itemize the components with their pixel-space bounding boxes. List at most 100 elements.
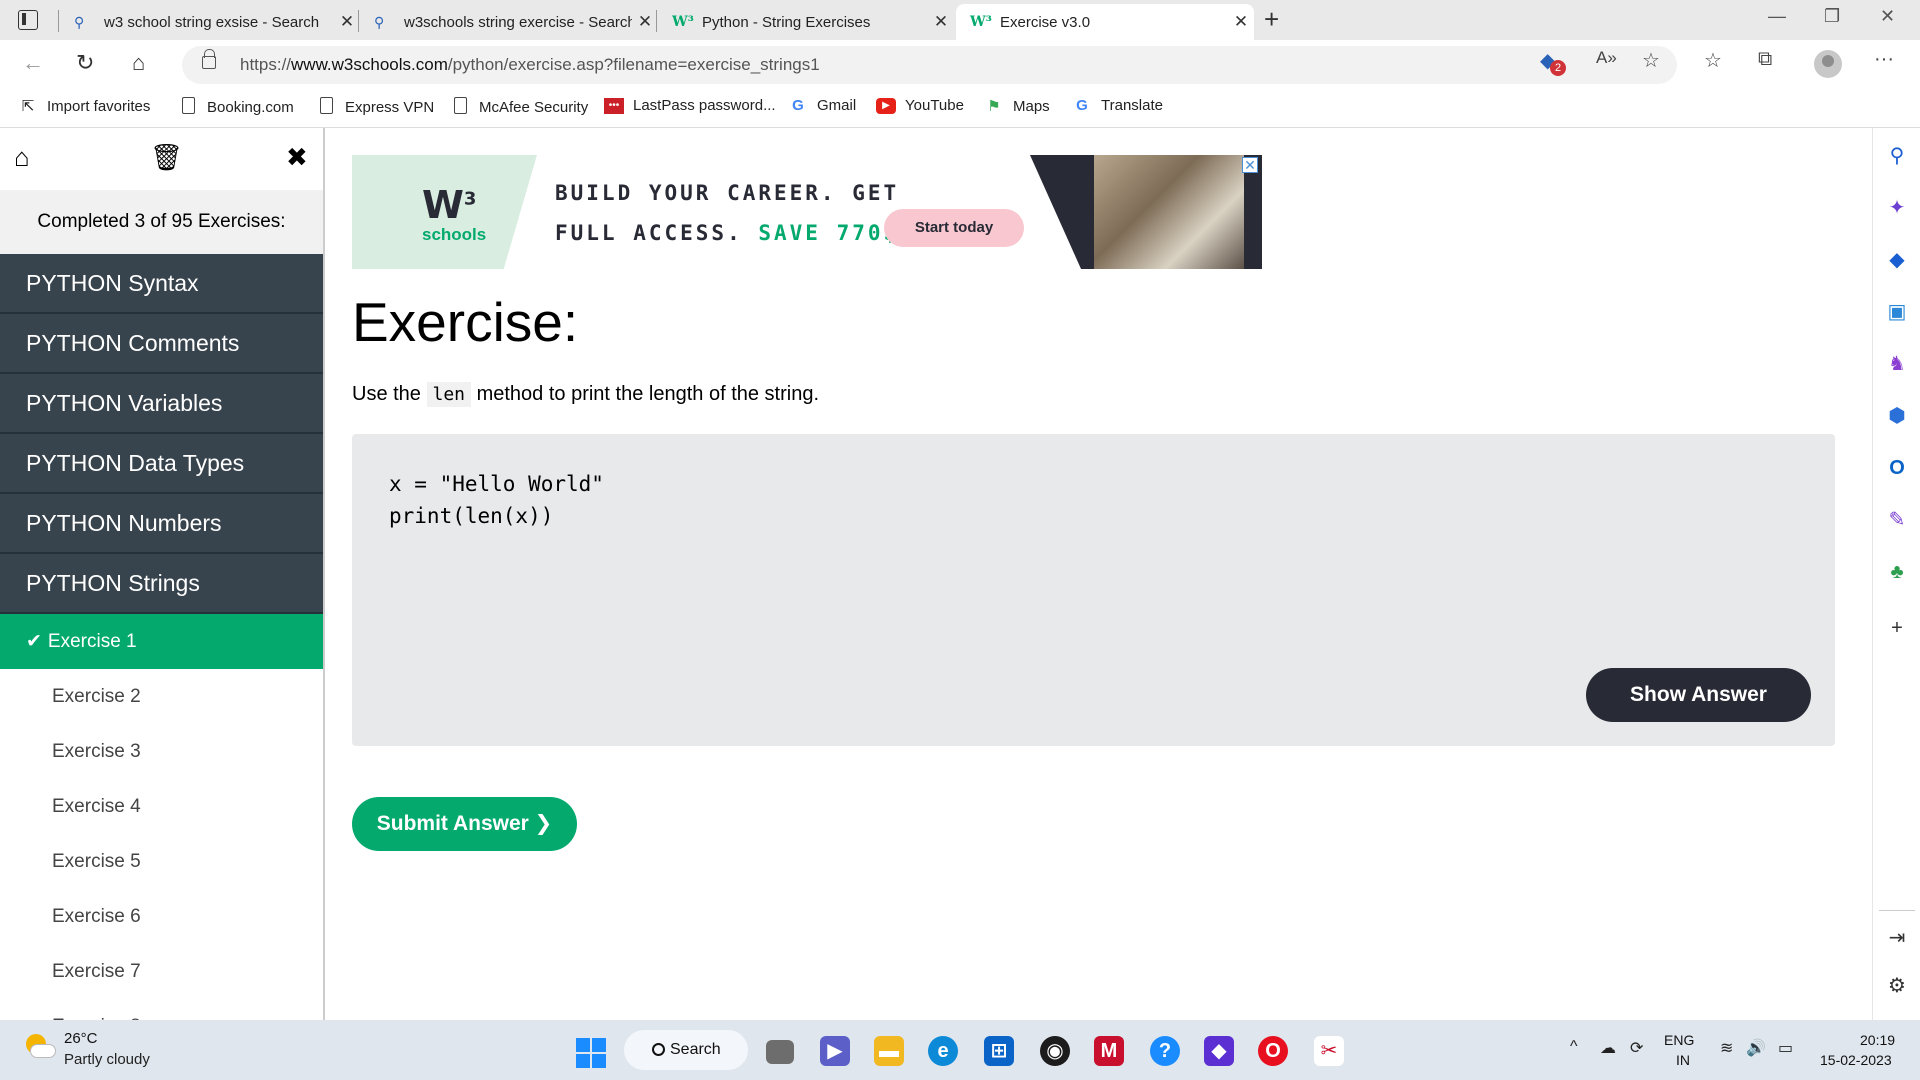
snipping-tool-icon[interactable]: ✂ <box>1314 1036 1344 1066</box>
category-python-variables[interactable]: PYTHON Variables <box>0 374 323 434</box>
taskbar-search[interactable]: Search <box>624 1030 748 1070</box>
code-line[interactable]: print(len(x)) <box>389 504 553 528</box>
bookmark-label: Translate <box>1101 97 1163 114</box>
new-tab-icon[interactable]: + <box>1264 4 1279 35</box>
language-indicator[interactable]: ENG <box>1664 1032 1694 1048</box>
category-python-comments[interactable]: PYTHON Comments <box>0 314 323 374</box>
copilot-icon[interactable]: ✦ <box>1885 196 1909 220</box>
favorites-icon[interactable]: ☆ <box>1704 48 1722 73</box>
tree-icon[interactable]: ♣ <box>1885 560 1909 584</box>
tools-icon[interactable]: ▣ <box>1885 300 1909 324</box>
exercise-item-7[interactable]: Exercise 7 <box>0 944 323 999</box>
tab-search-1[interactable]: ⚲ w3 school string exsise - Search ✕ <box>60 4 360 40</box>
onedrive-icon[interactable]: ☁ <box>1600 1038 1616 1058</box>
url-field[interactable]: https://www.w3schools.com/python/exercis… <box>182 46 1677 84</box>
tab-exercise[interactable]: W³ Exercise v3.0 ✕ <box>956 4 1254 40</box>
restore-icon[interactable]: ❐ <box>1824 6 1840 27</box>
exercise-item-2[interactable]: Exercise 2 <box>0 669 323 724</box>
add-icon[interactable]: + <box>1885 616 1909 640</box>
ad-start-today-button[interactable]: Start today <box>884 209 1024 247</box>
clock-date[interactable]: 15-02-2023 <box>1820 1052 1892 1068</box>
exercise-item-6[interactable]: Exercise 6 <box>0 889 323 944</box>
category-python-strings[interactable]: PYTHON Strings <box>0 554 323 614</box>
copilot-app-icon[interactable]: ◆ <box>1204 1036 1234 1066</box>
tab-search-2[interactable]: ⚲ w3schools string exercise - Search ✕ <box>360 4 658 40</box>
import-icon: ⇱ <box>21 98 35 115</box>
teams-icon[interactable]: ▶ <box>820 1036 850 1066</box>
close-icon[interactable]: ✕ <box>334 12 360 32</box>
bookmark-import-favorites[interactable]: ⇱ Import favorites <box>18 97 151 116</box>
obs-icon[interactable]: ◉ <box>1040 1036 1070 1066</box>
weather-icon[interactable] <box>22 1032 56 1064</box>
edge-browser-icon[interactable]: e <box>928 1036 958 1066</box>
designer-icon[interactable]: ✎ <box>1885 508 1909 532</box>
minimize-icon[interactable]: — <box>1768 6 1786 27</box>
weather-temperature[interactable]: 26°C <box>64 1030 98 1047</box>
close-icon[interactable]: ✕ <box>1228 12 1254 32</box>
home-icon[interactable]: ⌂ <box>132 50 145 76</box>
opera-icon[interactable]: O <box>1258 1036 1288 1066</box>
home-icon[interactable]: ⌂ <box>14 142 30 173</box>
exercise-item-1[interactable]: ✔ Exercise 1 <box>0 614 323 669</box>
bookmark-booking[interactable]: Booking.com <box>178 97 294 118</box>
category-python-numbers[interactable]: PYTHON Numbers <box>0 494 323 554</box>
read-aloud-icon[interactable]: A» <box>1596 48 1617 68</box>
language-region[interactable]: IN <box>1676 1052 1690 1068</box>
hide-sidebar-icon[interactable]: ⇥ <box>1885 926 1909 950</box>
office-icon[interactable]: ⬢ <box>1885 404 1909 428</box>
refresh-icon[interactable]: ↻ <box>76 50 94 76</box>
bookmark-youtube[interactable]: ▶ YouTube <box>876 97 964 114</box>
window-close-icon[interactable]: ✕ <box>1880 6 1895 27</box>
weather-description[interactable]: Partly cloudy <box>64 1051 150 1068</box>
wifi-icon[interactable]: ≋ <box>1720 1038 1733 1058</box>
help-icon[interactable]: ? <box>1150 1036 1180 1066</box>
bookmark-maps[interactable]: ⚑ Maps <box>984 97 1049 116</box>
search-icon <box>652 1043 665 1056</box>
code-editor[interactable]: x = "Hello World" print(len(x)) Show Ans… <box>352 434 1835 746</box>
category-python-syntax[interactable]: PYTHON Syntax <box>0 254 323 314</box>
settings-icon[interactable]: ⚙ <box>1885 974 1909 998</box>
ad-close-icon[interactable]: ✕ <box>1242 157 1258 173</box>
task-view-icon[interactable] <box>766 1040 794 1064</box>
store-icon[interactable]: ⊞ <box>984 1036 1014 1066</box>
exercise-item-5[interactable]: Exercise 5 <box>0 834 323 889</box>
close-icon[interactable]: ✖ <box>286 142 308 173</box>
file-explorer-icon[interactable]: ▬ <box>874 1036 904 1066</box>
category-python-data-types[interactable]: PYTHON Data Types <box>0 434 323 494</box>
show-hidden-icons-icon[interactable]: ^ <box>1570 1038 1578 1056</box>
back-arrow-icon[interactable]: ← <box>22 50 44 76</box>
games-icon[interactable]: ♞ <box>1885 352 1909 376</box>
tab-actions-icon[interactable] <box>18 10 38 30</box>
bookmark-express-vpn[interactable]: Express VPN <box>316 97 434 118</box>
bookmark-lastpass[interactable]: ••• LastPass password... <box>604 97 776 114</box>
sync-icon[interactable]: ⟳ <box>1630 1038 1643 1058</box>
exercise-item-8[interactable]: Exercise 8 <box>0 999 323 1020</box>
code-line[interactable]: x = "Hello World" <box>389 472 604 496</box>
close-icon[interactable]: ✕ <box>928 12 954 32</box>
avatar[interactable] <box>1814 50 1842 78</box>
bookmark-mcafee[interactable]: McAfee Security <box>450 97 588 118</box>
show-answer-button[interactable]: Show Answer <box>1586 668 1811 722</box>
mcafee-icon[interactable]: M <box>1094 1036 1124 1066</box>
more-options-icon[interactable]: ··· <box>1874 48 1894 71</box>
url-text[interactable]: https://www.w3schools.com/python/exercis… <box>240 55 820 75</box>
outlook-icon[interactable]: O <box>1885 456 1909 480</box>
trash-icon[interactable]: 🗑 <box>150 142 183 173</box>
submit-answer-button[interactable]: Submit Answer ❯ <box>352 797 577 851</box>
exercise-item-4[interactable]: Exercise 4 <box>0 779 323 834</box>
bookmark-translate[interactable]: G Translate <box>1072 97 1163 114</box>
add-favorite-icon[interactable]: ☆ <box>1642 48 1660 73</box>
windows-start-icon[interactable] <box>576 1038 606 1068</box>
tab-python-strings[interactable]: W³ Python - String Exercises ✕ <box>658 4 954 40</box>
collections-icon[interactable]: ⧉ <box>1758 48 1772 71</box>
exercise-item-3[interactable]: Exercise 3 <box>0 724 323 779</box>
address-bar-row: ← ↻ ⌂ https://www.w3schools.com/python/e… <box>0 40 1920 88</box>
ad-banner[interactable]: W3 schools BUILD YOUR CAREER. GET FULL A… <box>352 155 1262 269</box>
search-icon[interactable]: ⚲ <box>1885 144 1909 168</box>
shopping-icon[interactable]: ◆ <box>1885 248 1909 272</box>
volume-icon[interactable]: 🔊 <box>1746 1038 1766 1058</box>
clock-time[interactable]: 20:19 <box>1860 1032 1895 1048</box>
battery-icon[interactable]: ▭ <box>1778 1038 1793 1058</box>
bookmark-gmail[interactable]: G Gmail <box>788 97 856 114</box>
close-icon[interactable]: ✕ <box>632 12 658 32</box>
